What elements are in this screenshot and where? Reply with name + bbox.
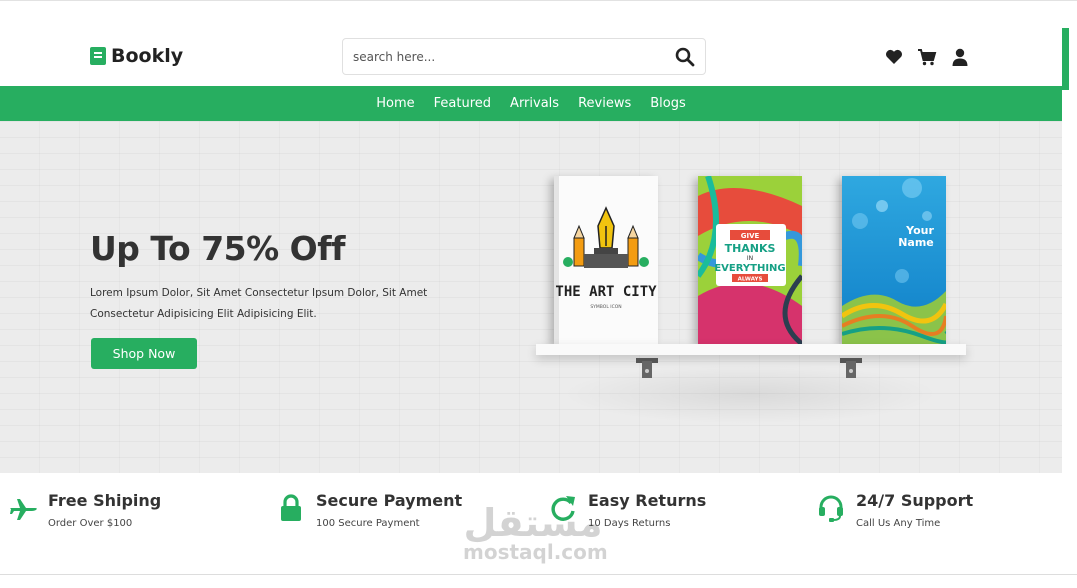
logo[interactable]: Bookly xyxy=(90,45,183,67)
feature-free-shipping: Free Shiping Order Over $100 xyxy=(8,491,161,529)
book-2-line3: IN xyxy=(747,255,753,262)
main-nav: Home Featured Arrivals Reviews Blogs xyxy=(0,86,1062,121)
bottom-divider xyxy=(0,574,1077,575)
headset-icon xyxy=(816,493,846,523)
hero-description: Lorem Ipsum Dolor, Sit Amet Consectetur … xyxy=(90,287,428,320)
shop-now-button[interactable]: Shop Now xyxy=(91,338,197,369)
feature-subtitle: Call Us Any Time xyxy=(856,518,941,529)
book-3-line2: Name xyxy=(898,236,934,249)
book-1-title: THE ART CITY xyxy=(555,284,657,300)
plane-icon xyxy=(8,493,38,523)
hero-banner: Up To 75% Off Lorem Ipsum Dolor, Sit Ame… xyxy=(0,121,1062,473)
nav-home[interactable]: Home xyxy=(376,96,414,111)
user-icon[interactable] xyxy=(950,47,970,67)
top-divider xyxy=(0,0,1077,1)
header-icons xyxy=(884,47,970,67)
book-your-name[interactable]: Your Name xyxy=(840,176,953,345)
page: Bookly Home Featured Arrivals Reviews Bl xyxy=(0,0,1077,588)
heart-icon[interactable] xyxy=(884,47,904,67)
shelf-board xyxy=(536,344,966,355)
nav-reviews[interactable]: Reviews xyxy=(578,96,631,111)
feature-secure-payment: Secure Payment 100 Secure Payment xyxy=(276,491,462,529)
shelf-bracket-right xyxy=(840,358,862,378)
book-give-thanks[interactable]: GIVE THANKS IN EVERYTHING ALWAYS xyxy=(695,175,807,346)
search-icon[interactable] xyxy=(675,47,695,67)
scrollbar-thumb[interactable] xyxy=(1062,28,1069,90)
shelf-shadow xyxy=(560,364,940,424)
feature-subtitle: 10 Days Returns xyxy=(588,518,671,529)
feature-subtitle: 100 Secure Payment xyxy=(316,518,420,529)
header: Bookly xyxy=(0,30,1062,86)
watermark-arabic: مستقل xyxy=(464,501,603,543)
book-2-line5: ALWAYS xyxy=(738,277,763,283)
feature-title: 24/7 Support xyxy=(856,491,974,510)
book-art-city[interactable]: THE ART CITY SYMBOL ICON xyxy=(554,176,658,344)
logo-text: Bookly xyxy=(111,45,184,67)
book-2-line4: EVERYTHING xyxy=(714,263,785,274)
feature-title: Easy Returns xyxy=(588,491,707,510)
feature-title: Free Shiping xyxy=(48,491,162,510)
nav-blogs[interactable]: Blogs xyxy=(650,96,686,111)
search-bar xyxy=(342,38,706,75)
shelf-bracket-left xyxy=(636,358,658,378)
book-1-subtitle: SYMBOL ICON xyxy=(590,304,621,310)
hero-title: Up To 75% Off xyxy=(90,229,345,268)
lock-icon xyxy=(276,493,306,523)
watermark-logo: مستقل mostaql.com xyxy=(463,498,608,568)
watermark-text: mostaql.com xyxy=(463,540,608,564)
book-2-line1: GIVE xyxy=(741,232,760,240)
book-icon xyxy=(90,47,106,65)
nav-featured[interactable]: Featured xyxy=(434,96,491,111)
search-input[interactable] xyxy=(343,39,663,74)
feature-subtitle: Order Over $100 xyxy=(48,518,133,529)
feature-title: Secure Payment xyxy=(316,491,463,510)
feature-support: 24/7 Support Call Us Any Time xyxy=(816,491,973,529)
nav-arrivals[interactable]: Arrivals xyxy=(510,96,559,111)
book-2-line2: THANKS xyxy=(725,242,776,255)
cart-icon[interactable] xyxy=(917,47,937,67)
book-shelf: THE ART CITY SYMBOL ICON GIVE THANKS IN … xyxy=(530,175,970,436)
